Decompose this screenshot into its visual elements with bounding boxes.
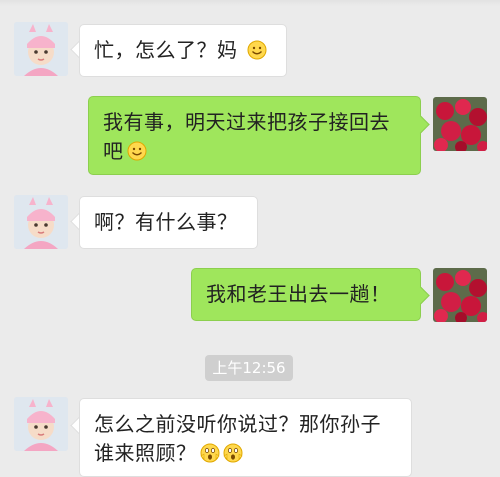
- timestamp-badge: 上午12:56: [205, 355, 293, 381]
- smile-emoji-icon: [127, 140, 147, 169]
- message-bubble-outgoing[interactable]: 我有事，明天过来把孩子接回去 吧: [88, 96, 421, 175]
- message-bubble-incoming[interactable]: 怎么之前没听你说过？那你孙子 谁来照顾？: [79, 398, 412, 477]
- message-bubble-incoming[interactable]: 啊？有什么事？: [79, 196, 258, 249]
- message-text: 忙，怎么了？妈: [94, 38, 238, 62]
- child-photo-icon: [14, 397, 68, 451]
- top-edge: [0, 0, 500, 6]
- message-text-line-2: 吧: [103, 139, 124, 163]
- my-avatar[interactable]: [433, 268, 487, 322]
- message-text-line-1: 我有事，明天过来把孩子接回去: [103, 110, 390, 134]
- message-bubble-incoming[interactable]: 忙，怎么了？妈: [79, 24, 287, 77]
- contact-avatar[interactable]: [14, 22, 68, 76]
- red-flowers-photo-icon: [433, 97, 487, 151]
- message-text-line-1: 怎么之前没听你说过？那你孙子: [94, 412, 381, 436]
- red-flowers-photo-icon: [433, 268, 487, 322]
- child-photo-icon: [14, 195, 68, 249]
- message-text: 啊？有什么事？: [94, 210, 238, 234]
- message-bubble-outgoing[interactable]: 我和老王出去一趟！: [191, 268, 421, 321]
- message-text: 我和老王出去一趟！: [206, 282, 391, 306]
- contact-avatar[interactable]: [14, 195, 68, 249]
- message-text-line-2: 谁来照顾？: [94, 441, 197, 465]
- smile-emoji-icon: [247, 39, 267, 68]
- my-avatar[interactable]: [433, 97, 487, 151]
- child-photo-icon: [14, 22, 68, 76]
- contact-avatar[interactable]: [14, 397, 68, 451]
